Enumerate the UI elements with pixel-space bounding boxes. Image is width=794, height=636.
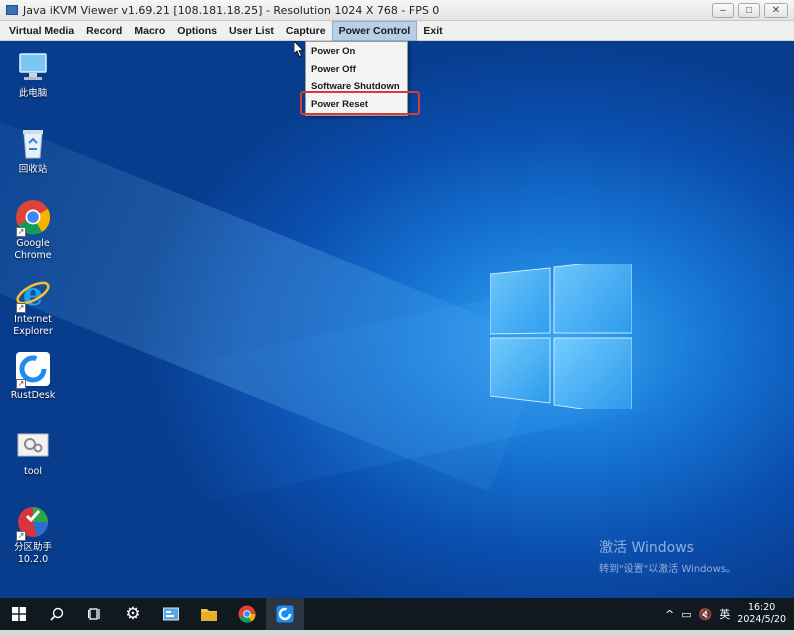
taskbar-chrome[interactable] bbox=[228, 598, 266, 630]
activate-windows-watermark: 激活 Windows 转到"设置"以激活 Windows。 bbox=[599, 537, 736, 575]
task-view-button[interactable] bbox=[76, 598, 114, 630]
chrome-icon: ↗ bbox=[15, 199, 51, 237]
window-controls: – □ ✕ bbox=[712, 3, 788, 18]
gear-icon: ⚙ bbox=[125, 604, 141, 623]
windows-logo-icon bbox=[490, 264, 632, 409]
computer-icon bbox=[15, 49, 51, 85]
start-button[interactable] bbox=[0, 598, 38, 630]
desktop-icon-internet-explorer[interactable]: e ↗ Internet Explorer bbox=[6, 275, 60, 338]
shortcut-arrow-icon: ↗ bbox=[16, 227, 26, 237]
desktop-icon-chrome[interactable]: ↗ Google Chrome bbox=[6, 199, 60, 262]
desktop-icon-rustdesk[interactable]: ↗ RustDesk bbox=[6, 351, 60, 402]
viewer-bottom-edge bbox=[0, 630, 794, 636]
menu-virtual-media[interactable]: Virtual Media bbox=[3, 21, 80, 41]
maximize-button[interactable]: □ bbox=[738, 3, 760, 18]
menu-options[interactable]: Options bbox=[171, 21, 223, 41]
taskbar-settings[interactable]: ⚙ bbox=[114, 598, 152, 630]
taskbar-file-explorer[interactable] bbox=[190, 598, 228, 630]
tool-folder-icon bbox=[15, 427, 51, 463]
server-manager-icon bbox=[163, 607, 179, 621]
input-language[interactable]: 英 bbox=[719, 606, 730, 622]
close-button[interactable]: ✕ bbox=[764, 3, 788, 18]
rustdesk-icon: ↗ bbox=[15, 351, 51, 389]
desktop-icon-label: 此电脑 bbox=[18, 88, 48, 99]
mouse-cursor-icon bbox=[294, 41, 304, 57]
ie-icon: e ↗ bbox=[15, 275, 51, 313]
taskbar-rustdesk[interactable] bbox=[266, 598, 304, 630]
system-tray: ^ ▭ 🔇 英 16:20 2024/5/20 bbox=[665, 598, 786, 630]
menu-bar: Virtual Media Record Macro Options User … bbox=[0, 20, 794, 41]
menu-power-control[interactable]: Power Control bbox=[331, 20, 418, 41]
menu-exit[interactable]: Exit bbox=[417, 21, 448, 41]
desktop-icon-label: RustDesk bbox=[10, 390, 56, 401]
windows-taskbar: ⚙ ^ ▭ 🔇 英 16:20 2024/5/20 bbox=[0, 598, 794, 630]
recycle-bin-icon bbox=[15, 125, 51, 161]
window-title-bar[interactable]: Java iKVM Viewer v1.69.21 [108.181.18.25… bbox=[0, 0, 794, 21]
menu-user-list[interactable]: User List bbox=[223, 21, 280, 41]
activate-title: 激活 Windows bbox=[599, 540, 694, 556]
clock-time: 16:20 bbox=[747, 602, 776, 613]
activate-subtitle: 转到"设置"以激活 Windows。 bbox=[599, 564, 737, 575]
rustdesk-icon bbox=[276, 605, 294, 623]
taskbar-search-button[interactable] bbox=[38, 598, 76, 630]
remote-desktop[interactable]: 此电脑 回收站 ↗ Google Chrome e ↗ Internet Exp… bbox=[0, 41, 794, 598]
menu-macro[interactable]: Macro bbox=[128, 21, 171, 41]
power-reset-highlight bbox=[300, 91, 420, 115]
java-app-icon bbox=[6, 5, 18, 15]
desktop-icon-label: 分区助手 10.2.0 bbox=[13, 542, 52, 565]
windows-start-icon bbox=[12, 607, 26, 621]
window-title: Java iKVM Viewer v1.69.21 [108.181.18.25… bbox=[23, 3, 440, 17]
task-view-icon bbox=[88, 608, 100, 620]
desktop-icon-partition-assistant[interactable]: ↗ 分区助手 10.2.0 bbox=[6, 503, 60, 566]
power-on-item[interactable]: Power On bbox=[306, 43, 407, 61]
desktop-icon-label: Internet Explorer bbox=[13, 314, 53, 337]
search-icon bbox=[50, 607, 64, 621]
shortcut-arrow-icon: ↗ bbox=[16, 531, 26, 541]
desktop-icon-label: 回收站 bbox=[18, 164, 48, 175]
desktop-icon-this-pc[interactable]: 此电脑 bbox=[6, 49, 60, 100]
desktop-icon-tool[interactable]: tool bbox=[6, 427, 60, 478]
taskbar-server-manager[interactable] bbox=[152, 598, 190, 630]
desktop-icon-label: tool bbox=[24, 466, 42, 477]
shortcut-arrow-icon: ↗ bbox=[16, 303, 26, 313]
taskbar-clock[interactable]: 16:20 2024/5/20 bbox=[737, 602, 786, 626]
desktop-icon-recycle-bin[interactable]: 回收站 bbox=[6, 125, 60, 176]
desktop-icon-label: Google Chrome bbox=[14, 238, 52, 261]
minimize-button[interactable]: – bbox=[712, 3, 734, 18]
menu-capture[interactable]: Capture bbox=[280, 21, 332, 41]
folder-icon bbox=[201, 609, 217, 621]
partition-assistant-icon: ↗ bbox=[15, 503, 51, 541]
clock-date: 2024/5/20 bbox=[737, 614, 786, 625]
volume-icon[interactable]: 🔇 bbox=[699, 608, 713, 621]
chrome-icon bbox=[238, 605, 256, 623]
tray-chevron-up-icon[interactable]: ^ bbox=[665, 608, 674, 621]
shortcut-arrow-icon: ↗ bbox=[16, 379, 26, 389]
menu-record[interactable]: Record bbox=[80, 21, 128, 41]
network-icon[interactable]: ▭ bbox=[681, 608, 691, 621]
power-off-item[interactable]: Power Off bbox=[306, 61, 407, 79]
